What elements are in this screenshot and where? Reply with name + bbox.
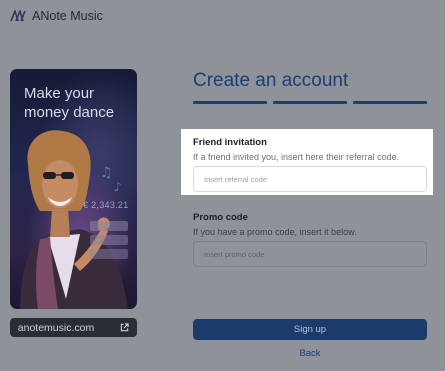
promo-code-hint: If you have a promo code, insert it belo… bbox=[193, 227, 357, 237]
app-name: ANote Music bbox=[32, 9, 103, 23]
referral-code-input[interactable]: Insert referral code bbox=[193, 166, 427, 192]
promo-code-label: Promo code bbox=[193, 212, 248, 223]
svg-text:♪: ♪ bbox=[114, 180, 122, 194]
progress-step-1 bbox=[193, 101, 267, 104]
progress-steps bbox=[193, 101, 427, 104]
app-logo: ANote Music bbox=[10, 9, 103, 23]
external-link-icon bbox=[121, 323, 129, 332]
sign-up-button[interactable]: Sign up bbox=[193, 319, 427, 340]
svg-text:♫: ♫ bbox=[100, 165, 113, 181]
friend-invitation-hint: If a friend invited you, insert here the… bbox=[193, 152, 400, 162]
promo-balance: € 2,343.21 bbox=[83, 200, 129, 210]
promo-site-link-label: anotemusic.com bbox=[17, 321, 95, 334]
progress-step-2 bbox=[273, 101, 347, 104]
friend-invitation-label: Friend invitation bbox=[193, 137, 267, 148]
promo-headline: Make your money dance bbox=[24, 85, 115, 121]
promo-code-input[interactable]: Insert promo code bbox=[193, 241, 427, 267]
promo-site-link[interactable]: anotemusic.com bbox=[10, 318, 137, 337]
promo-card: ♫ ♪ Make your money dance € 2,343.21 bbox=[10, 69, 137, 309]
anote-logo-icon bbox=[10, 10, 26, 22]
progress-step-3 bbox=[353, 101, 427, 104]
back-link[interactable]: Back bbox=[193, 348, 427, 359]
page-title: Create an account bbox=[193, 70, 349, 91]
